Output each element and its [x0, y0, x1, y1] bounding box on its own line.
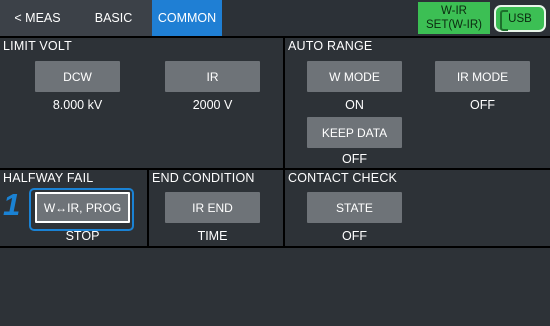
empty-area — [0, 248, 550, 326]
usb-label: USB — [508, 12, 532, 25]
ir-mode-button[interactable]: IR MODE — [435, 61, 530, 92]
state-button[interactable]: STATE — [307, 192, 402, 223]
top-bar: < MEAS BASIC COMMON W-IR SET(W-IR) USB — [0, 0, 550, 36]
ir-end-value: TIME — [197, 229, 228, 243]
auto-range-panel: AUTO RANGE W MODE ON IR MODE OFF KEEP DA… — [285, 38, 550, 168]
halfway-fail-title: HALFWAY FAIL — [3, 171, 94, 185]
keep-data-button[interactable]: KEEP DATA — [307, 117, 402, 148]
ir-button[interactable]: IR — [165, 61, 260, 92]
tab-meas-back[interactable]: < MEAS — [0, 0, 75, 36]
mode-set-label: SET(W-IR) — [425, 19, 482, 31]
tab-common[interactable]: COMMON — [152, 0, 222, 36]
w-mode-value: ON — [345, 98, 364, 112]
end-condition-title: END CONDITION — [152, 171, 255, 185]
dcw-value: 8.000 kV — [52, 98, 103, 112]
ir-mode-value: OFF — [470, 98, 495, 112]
state-value: OFF — [342, 229, 367, 243]
ir-value: 2000 V — [192, 98, 233, 112]
halfway-fail-value: STOP — [65, 229, 100, 243]
w-mode-button[interactable]: W MODE — [307, 61, 402, 92]
limit-volt-title: LIMIT VOLT — [3, 39, 72, 53]
dcw-button[interactable]: DCW — [35, 61, 120, 92]
mode-indicator: W-IR SET(W-IR) — [418, 2, 490, 34]
settings-screen: < MEAS BASIC COMMON W-IR SET(W-IR) USB L… — [0, 0, 550, 326]
keep-data-value: OFF — [342, 152, 367, 166]
contact-check-panel: CONTACT CHECK STATE OFF — [285, 170, 550, 246]
mode-label: W-IR — [441, 5, 467, 17]
auto-range-title: AUTO RANGE — [288, 39, 373, 53]
callout-highlight-ring — [29, 188, 134, 231]
limit-volt-panel: LIMIT VOLT DCW 8.000 kV IR 2000 V — [0, 38, 283, 168]
usb-icon: USB — [494, 5, 546, 32]
tab-basic[interactable]: BASIC — [75, 0, 152, 36]
ir-end-button[interactable]: IR END — [165, 192, 260, 223]
end-condition-panel: END CONDITION IR END TIME — [149, 170, 283, 246]
contact-check-title: CONTACT CHECK — [288, 171, 398, 185]
callout-number: 1 — [3, 187, 21, 222]
